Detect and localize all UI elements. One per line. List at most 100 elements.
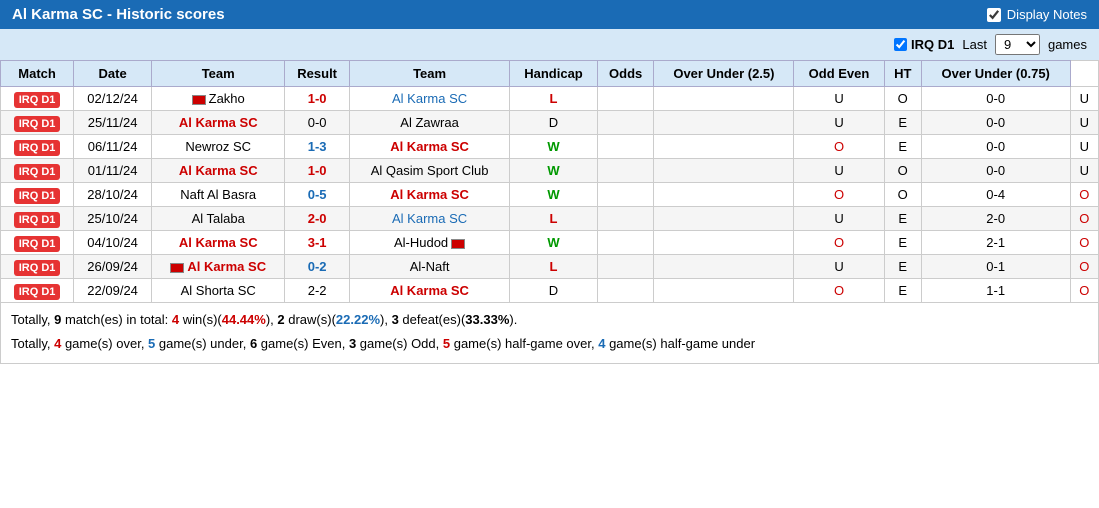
cell-ht: 0-0: [921, 111, 1070, 135]
summary-line1: Totally, 9 match(es) in total: 4 win(s)(…: [11, 309, 1088, 331]
cell-team2: Al Karma SC: [349, 87, 509, 111]
cell-odd-even: O: [884, 159, 921, 183]
cell-outcome: D: [510, 111, 598, 135]
page-title: Al Karma SC - Historic scores: [12, 6, 225, 23]
cell-team1: Naft Al Basra: [152, 183, 285, 207]
cell-result: 0-2: [285, 255, 350, 279]
cell-result: 0-5: [285, 183, 350, 207]
cell-over-under: O: [794, 183, 884, 207]
cell-odds: [654, 159, 794, 183]
cell-team2: Al-Hudod: [349, 231, 509, 255]
cell-odd-even: E: [884, 231, 921, 255]
col-over-under: Over Under (2.5): [654, 61, 794, 87]
cell-match: IRQ D1: [1, 183, 74, 207]
cell-ht: 0-1: [921, 255, 1070, 279]
table-row: IRQ D128/10/24Naft Al Basra0-5Al Karma S…: [1, 183, 1099, 207]
cell-odds: [654, 279, 794, 303]
cell-over-under2: O: [1070, 255, 1098, 279]
table-row: IRQ D102/12/24Zakho1-0Al Karma SCLUO0-0U: [1, 87, 1099, 111]
cell-handicap: [597, 231, 654, 255]
cell-outcome: W: [510, 135, 598, 159]
cell-ht: 2-0: [921, 207, 1070, 231]
cell-odd-even: O: [884, 183, 921, 207]
display-notes-control[interactable]: Display Notes: [987, 7, 1087, 22]
cell-team2: Al Karma SC: [349, 279, 509, 303]
cell-odd-even: E: [884, 279, 921, 303]
cell-result: 2-2: [285, 279, 350, 303]
scores-table: Match Date Team Result Team Handicap Odd…: [0, 60, 1099, 303]
display-notes-checkbox[interactable]: [987, 8, 1001, 22]
cell-result: 2-0: [285, 207, 350, 231]
cell-result: 1-3: [285, 135, 350, 159]
cell-date: 01/11/24: [74, 159, 152, 183]
cell-handicap: [597, 135, 654, 159]
cell-result: 3-1: [285, 231, 350, 255]
header-bar: Al Karma SC - Historic scores Display No…: [0, 0, 1099, 29]
cell-outcome: W: [510, 159, 598, 183]
cell-odd-even: E: [884, 111, 921, 135]
col-result: Result: [285, 61, 350, 87]
cell-match: IRQ D1: [1, 255, 74, 279]
cell-team1: Al Shorta SC: [152, 279, 285, 303]
table-row: IRQ D125/11/24Al Karma SC0-0Al ZawraaDUE…: [1, 111, 1099, 135]
cell-match: IRQ D1: [1, 279, 74, 303]
cell-result: 0-0: [285, 111, 350, 135]
cell-handicap: [597, 207, 654, 231]
cell-odds: [654, 87, 794, 111]
cell-outcome: L: [510, 207, 598, 231]
cell-over-under2: O: [1070, 183, 1098, 207]
col-team2: Team: [349, 61, 509, 87]
cell-handicap: [597, 159, 654, 183]
cell-team1: Al Talaba: [152, 207, 285, 231]
cell-date: 25/11/24: [74, 111, 152, 135]
cell-odds: [654, 207, 794, 231]
cell-odd-even: E: [884, 207, 921, 231]
cell-over-under: U: [794, 207, 884, 231]
cell-match: IRQ D1: [1, 207, 74, 231]
cell-handicap: [597, 183, 654, 207]
table-row: IRQ D106/11/24Newroz SC1-3Al Karma SCWOE…: [1, 135, 1099, 159]
cell-over-under: U: [794, 159, 884, 183]
cell-odds: [654, 255, 794, 279]
cell-match: IRQ D1: [1, 231, 74, 255]
cell-date: 25/10/24: [74, 207, 152, 231]
cell-over-under: O: [794, 279, 884, 303]
cell-ht: 1-1: [921, 279, 1070, 303]
filter-bar: IRQ D1 Last 9 5 10 20 games: [0, 29, 1099, 60]
cell-result: 1-0: [285, 87, 350, 111]
league-filter-checkbox[interactable]: [894, 38, 907, 51]
cell-odds: [654, 183, 794, 207]
cell-over-under2: O: [1070, 231, 1098, 255]
cell-over-under: U: [794, 255, 884, 279]
cell-ht: 0-0: [921, 159, 1070, 183]
cell-outcome: L: [510, 255, 598, 279]
cell-over-under: O: [794, 135, 884, 159]
col-over-under2: Over Under (0.75): [921, 61, 1070, 87]
cell-outcome: L: [510, 87, 598, 111]
cell-over-under: U: [794, 111, 884, 135]
col-date: Date: [74, 61, 152, 87]
cell-match: IRQ D1: [1, 159, 74, 183]
cell-team2: Al Karma SC: [349, 207, 509, 231]
cell-over-under2: U: [1070, 111, 1098, 135]
cell-odds: [654, 111, 794, 135]
cell-over-under2: O: [1070, 279, 1098, 303]
cell-outcome: D: [510, 279, 598, 303]
cell-date: 06/11/24: [74, 135, 152, 159]
cell-ht: 2-1: [921, 231, 1070, 255]
cell-odds: [654, 231, 794, 255]
col-ht: HT: [884, 61, 921, 87]
games-select[interactable]: 9 5 10 20: [995, 34, 1040, 55]
cell-handicap: [597, 279, 654, 303]
cell-handicap: [597, 255, 654, 279]
cell-team2: Al Zawraa: [349, 111, 509, 135]
cell-over-under2: O: [1070, 207, 1098, 231]
col-odd-even: Odd Even: [794, 61, 884, 87]
cell-over-under: U: [794, 87, 884, 111]
cell-handicap: [597, 87, 654, 111]
cell-odd-even: O: [884, 87, 921, 111]
cell-ht: 0-4: [921, 183, 1070, 207]
cell-ht: 0-0: [921, 135, 1070, 159]
table-row: IRQ D125/10/24Al Talaba2-0Al Karma SCLUE…: [1, 207, 1099, 231]
cell-match: IRQ D1: [1, 111, 74, 135]
